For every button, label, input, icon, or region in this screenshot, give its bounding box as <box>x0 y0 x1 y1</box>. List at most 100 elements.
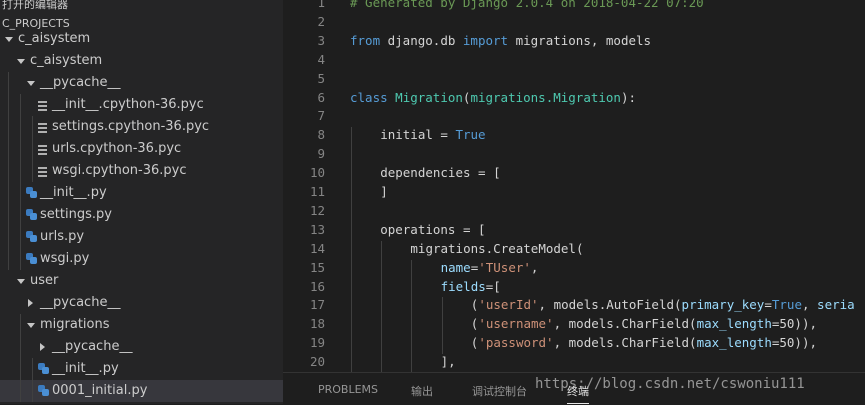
code-token: name <box>440 259 471 275</box>
code-token: ], <box>440 354 456 370</box>
tree-file[interactable]: wsgi.cpython-36.pyc <box>0 160 283 182</box>
chevron-down-icon[interactable] <box>16 270 26 292</box>
watermark-text: https://blog.csdn.net/cswoniu111 <box>535 376 805 392</box>
line-number: 8 <box>317 127 325 143</box>
tree-file[interactable]: 0001_initial.py <box>0 380 283 402</box>
tree-file[interactable]: wsgi.py <box>0 248 283 270</box>
code-token: seria <box>817 297 855 313</box>
tree-file[interactable]: settings.cpython-36.pyc <box>0 116 283 138</box>
tree-item-label: __init__.cpython-36.pyc <box>52 97 204 112</box>
tab-debug-console[interactable]: 调试控制台 <box>472 383 527 399</box>
tree-item-label: __init__.py <box>52 361 119 376</box>
python-file-icon <box>26 209 37 220</box>
code-editor[interactable]: 1 2 3 4 5 6 7 8 9 10 11 12 13 14 15 16 17 18 19 20 # Genera… <box>283 0 865 372</box>
tree-file[interactable]: __init__.py <box>0 182 283 204</box>
lines-file-icon <box>38 101 47 111</box>
python-file-icon <box>38 385 49 396</box>
chevron-right-icon[interactable] <box>38 336 48 358</box>
python-file-icon <box>26 231 37 242</box>
tree-item-label: __init__.py <box>40 185 107 200</box>
tree-item-label: c_aisystem <box>18 31 91 46</box>
tree-item-label: __pycache__ <box>40 295 121 310</box>
line-number: 6 <box>317 89 325 105</box>
line-number: 20 <box>309 354 325 370</box>
code-token: migrations.CreateModel( <box>410 240 584 256</box>
line-number: 5 <box>317 70 325 86</box>
tree-folder[interactable]: user <box>0 270 283 292</box>
chevron-down-icon[interactable] <box>16 50 26 72</box>
code-line[interactable]: operations = [ <box>380 222 485 237</box>
tree-item-label: migrations <box>40 317 110 332</box>
tree-item-label: settings.cpython-36.pyc <box>52 119 210 134</box>
tree-folder[interactable]: c_aisystem <box>0 50 283 72</box>
tree-item-label: __pycache__ <box>52 339 133 354</box>
code-token: ): <box>620 89 637 105</box>
code-token: operations = [ <box>380 221 486 237</box>
code-token: , <box>530 259 539 275</box>
code-token: True <box>771 297 802 313</box>
tree-folder[interactable]: c_aisystem <box>0 28 283 50</box>
code-token: =50)), <box>771 316 818 332</box>
code-token: , models.CharField( <box>553 316 697 332</box>
code-token: = <box>764 297 772 313</box>
code-token: from <box>350 32 381 48</box>
code-line[interactable]: fields=[ <box>441 279 501 294</box>
tree-item-label: user <box>30 273 59 288</box>
tab-output[interactable]: 输出 <box>411 383 433 399</box>
line-number: 14 <box>309 240 325 256</box>
line-number: 11 <box>309 184 325 199</box>
code-line[interactable]: ('username', models.CharField(max_length… <box>471 316 817 331</box>
code-line[interactable]: class Migration(migrations.Migration): <box>350 90 636 105</box>
indent-guide <box>411 259 413 372</box>
tree-folder[interactable]: __pycache__ <box>0 292 283 314</box>
tab-problems[interactable]: PROBLEMS <box>318 383 378 396</box>
code-token: True <box>455 127 486 143</box>
code-token: migrations.Migration <box>470 89 621 105</box>
line-number: 19 <box>309 335 325 351</box>
code-line[interactable]: dependencies = [ <box>380 165 500 180</box>
code-line[interactable]: ] <box>380 184 388 199</box>
code-line[interactable]: migrations.CreateModel( <box>410 241 583 256</box>
line-number: 7 <box>317 108 325 124</box>
tree-item-label: __pycache__ <box>40 75 121 90</box>
code-token: =50)), <box>771 335 818 351</box>
code-line[interactable]: from django.db import migrations, models <box>350 33 651 48</box>
indent-guide <box>32 116 33 182</box>
tree-item-label: urls.py <box>40 229 85 244</box>
code-line[interactable]: name='TUser', <box>441 260 539 275</box>
chevron-down-icon[interactable] <box>26 314 36 336</box>
chevron-right-icon[interactable] <box>26 292 36 314</box>
tree-file[interactable]: urls.py <box>0 226 283 248</box>
tree-folder[interactable]: __pycache__ <box>0 336 283 358</box>
tree-folder[interactable]: __pycache__ <box>0 72 283 94</box>
tree-file[interactable]: settings.py <box>0 204 283 226</box>
line-number: 16 <box>309 278 325 294</box>
code-token: ] <box>380 184 388 199</box>
code-line[interactable]: # Generated by Django 2.0.4 on 2018-04-2… <box>350 0 704 10</box>
lines-file-icon <box>38 145 47 155</box>
code-token: , <box>801 297 818 313</box>
chevron-down-icon[interactable] <box>26 72 36 94</box>
python-file-icon <box>26 187 37 198</box>
code-line[interactable]: ], <box>441 354 456 369</box>
code-token: 'userId' <box>478 297 539 313</box>
open-editors-header[interactable]: 打开的编辑器 <box>2 0 68 12</box>
code-line[interactable]: initial = True <box>380 127 485 142</box>
tree-file[interactable]: __init__.cpython-36.pyc <box>0 94 283 116</box>
code-line[interactable]: ('password', models.CharField(max_length… <box>471 335 817 350</box>
tree-item-label: settings.py <box>40 207 112 222</box>
tree-file[interactable]: __init__.py <box>0 358 283 380</box>
line-number: 12 <box>309 202 325 218</box>
tree-file[interactable]: urls.cpython-36.pyc <box>0 138 283 160</box>
chevron-down-icon[interactable] <box>4 28 14 50</box>
code-line[interactable]: ('userId', models.AutoField(primary_key=… <box>471 297 855 312</box>
line-number: 1 <box>317 0 325 10</box>
line-number: 18 <box>309 316 325 332</box>
code-token: migrations, models <box>508 32 652 48</box>
indent-guide <box>351 127 352 372</box>
python-file-icon <box>38 363 49 374</box>
tree-folder[interactable]: migrations <box>0 314 283 336</box>
tree-item-label: wsgi.cpython-36.pyc <box>52 163 187 178</box>
line-number: 13 <box>309 221 325 237</box>
line-number: 9 <box>317 146 325 162</box>
